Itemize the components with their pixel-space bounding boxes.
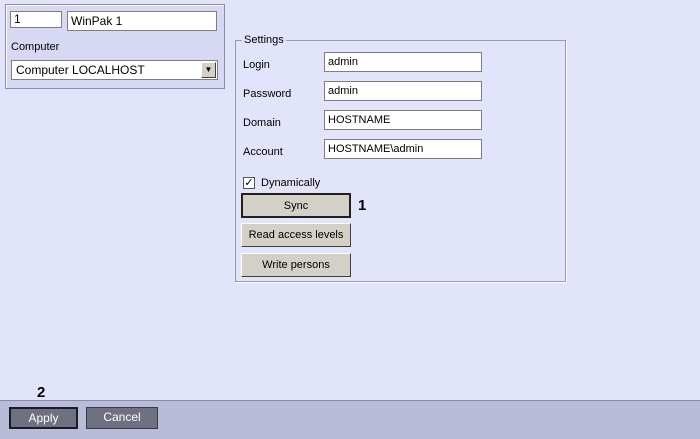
login-field[interactable]: admin xyxy=(324,52,482,72)
computer-select[interactable]: Computer LOCALHOST ▼ xyxy=(11,60,218,80)
dynamically-label: Dynamically xyxy=(261,177,321,189)
apply-annotation-marker: 2 xyxy=(37,384,46,401)
domain-field[interactable]: HOSTNAME xyxy=(324,110,482,130)
settings-legend: Settings xyxy=(242,34,286,46)
dynamically-checkbox[interactable]: ✓ xyxy=(243,177,255,189)
sync-button[interactable]: Sync xyxy=(241,193,351,218)
object-panel: 1 WinPak 1 Computer Computer LOCALHOST ▼ xyxy=(5,4,225,89)
cancel-button[interactable]: Cancel xyxy=(86,407,158,429)
write-persons-button[interactable]: Write persons xyxy=(241,253,351,277)
computer-label: Computer xyxy=(11,41,60,53)
object-name-field[interactable]: WinPak 1 xyxy=(67,11,217,31)
account-field[interactable]: HOSTNAME\admin xyxy=(324,139,482,159)
password-label: Password xyxy=(243,88,292,100)
chevron-down-icon[interactable]: ▼ xyxy=(201,62,216,78)
object-id-field[interactable]: 1 xyxy=(10,11,62,28)
password-field[interactable]: admin xyxy=(324,81,482,101)
read-access-levels-button[interactable]: Read access levels xyxy=(241,223,351,247)
apply-button[interactable]: Apply xyxy=(9,407,78,429)
sync-annotation-marker: 1 xyxy=(358,197,367,214)
account-label: Account xyxy=(243,146,283,158)
domain-label: Domain xyxy=(243,117,281,129)
login-label: Login xyxy=(243,59,270,71)
checkmark-icon: ✓ xyxy=(244,177,254,189)
computer-select-value: Computer LOCALHOST xyxy=(16,63,145,77)
